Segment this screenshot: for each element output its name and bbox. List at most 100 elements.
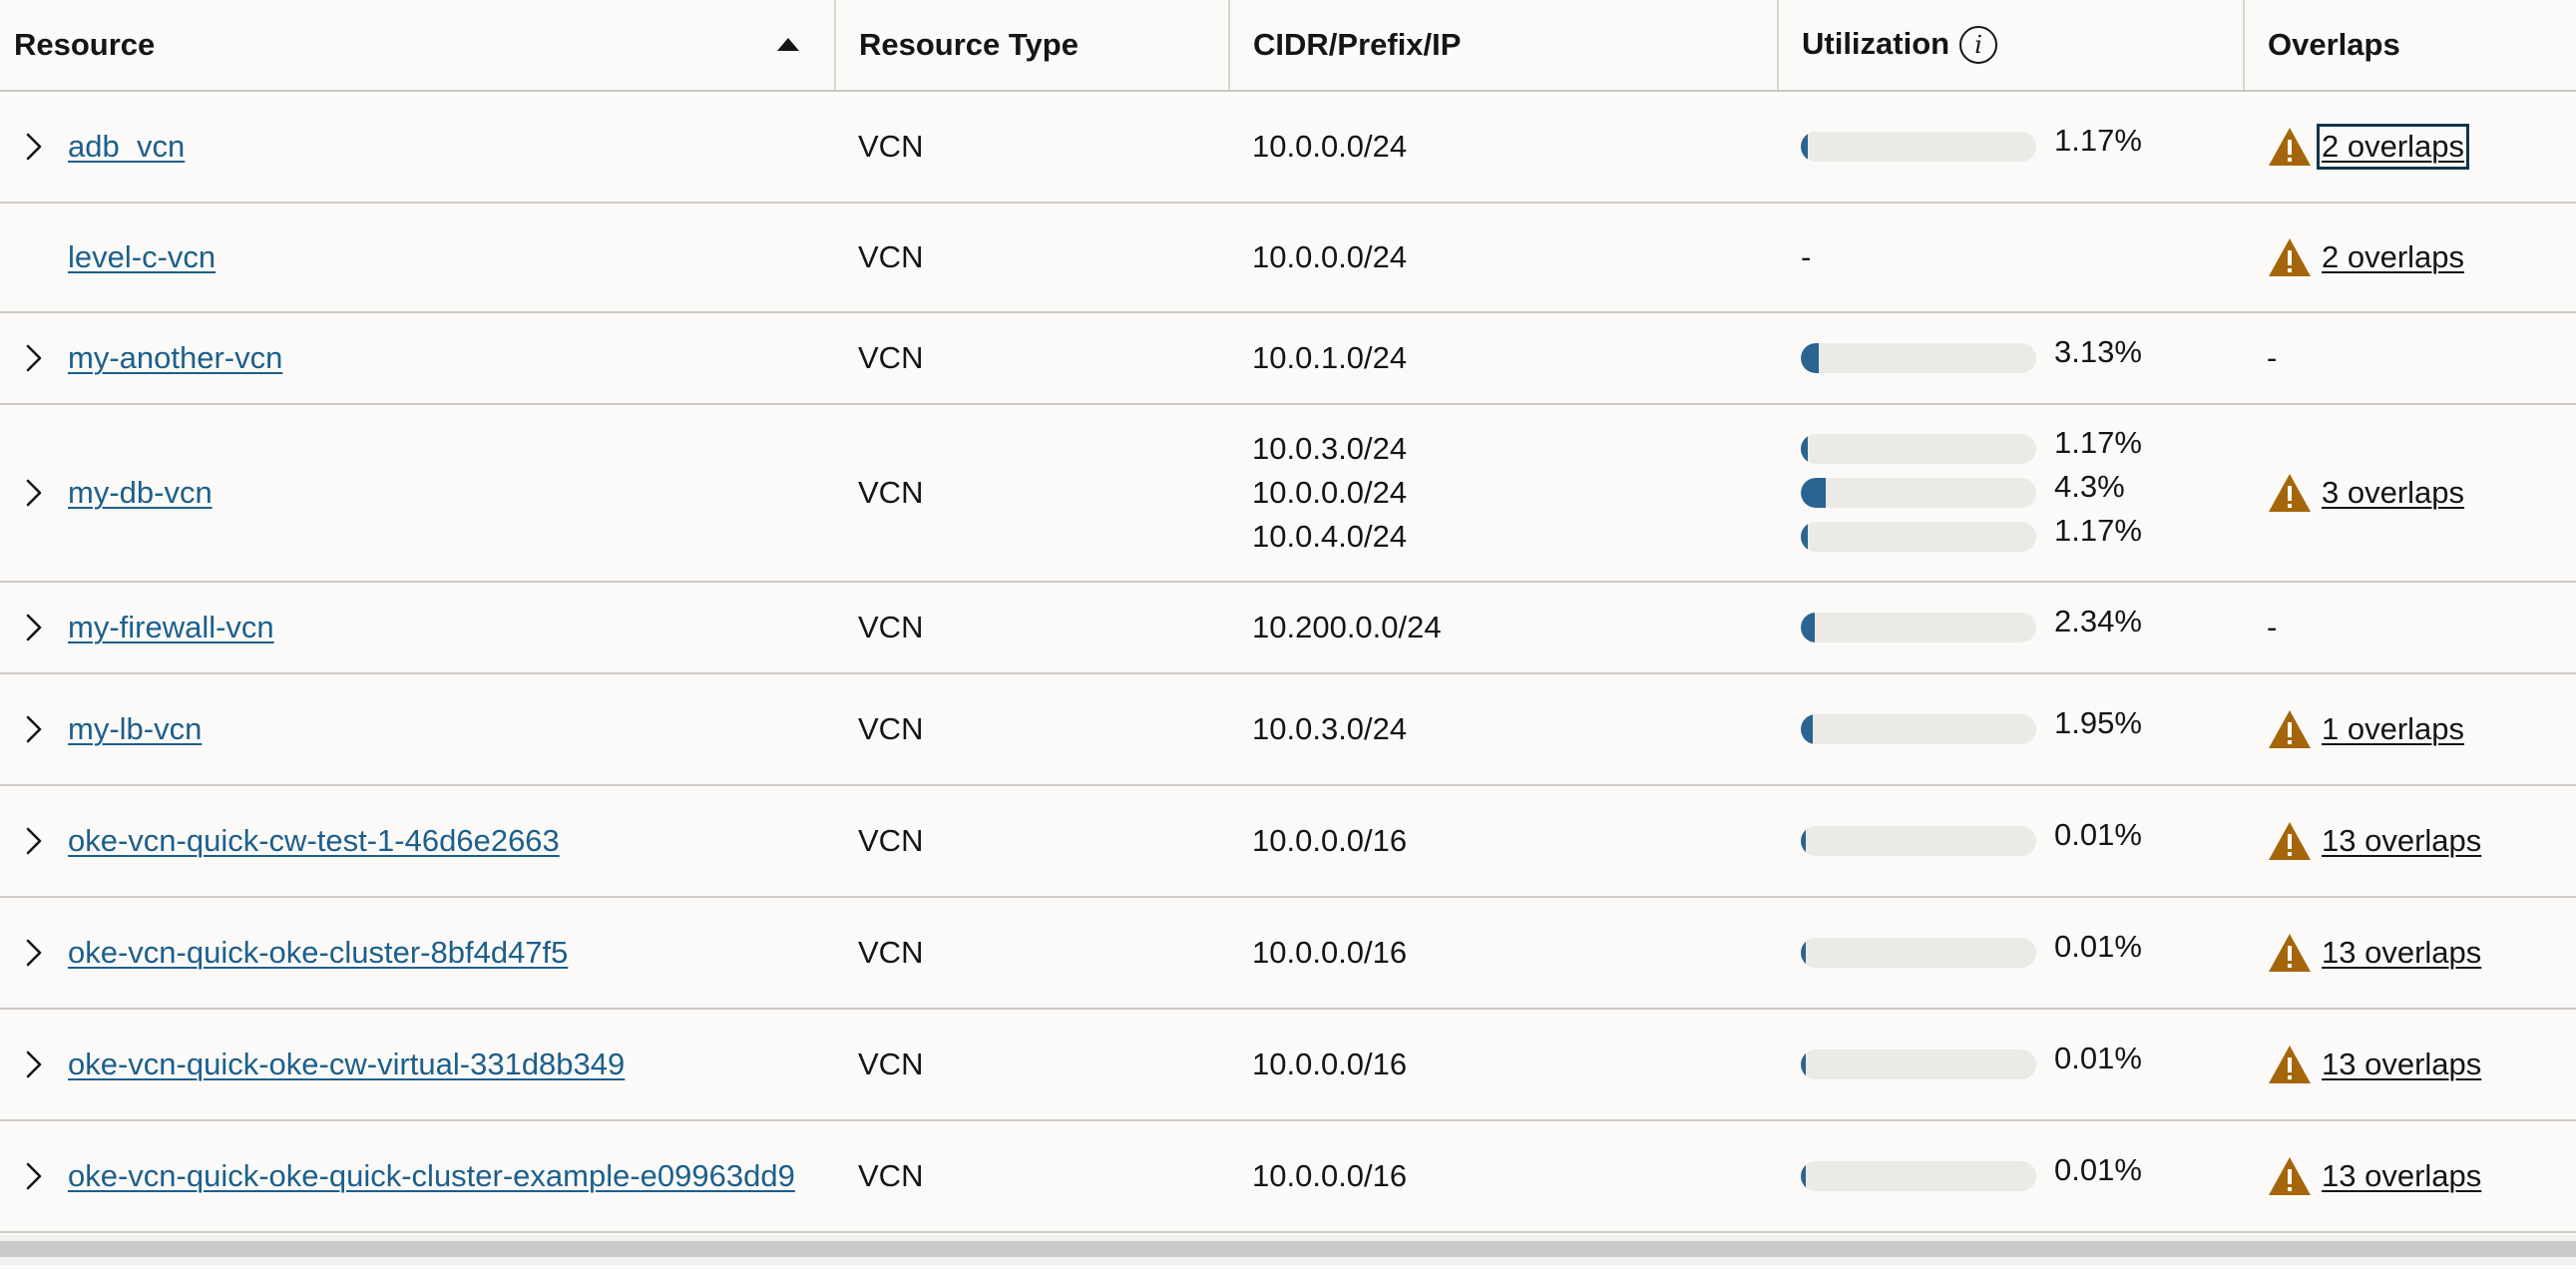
cell-resource-type: VCN bbox=[835, 91, 1229, 204]
resource-link[interactable]: my-lb-vcn bbox=[68, 711, 202, 747]
resource-type-text: VCN bbox=[858, 239, 924, 274]
cell-utilization: 2.34% bbox=[1778, 582, 2244, 674]
cell-utilization: 1.17% bbox=[1778, 91, 2244, 204]
utilization-percent: 1.17% bbox=[2054, 123, 2142, 158]
utilization-bar bbox=[1801, 714, 2036, 744]
cell-utilization: 0.01% bbox=[1778, 785, 2244, 898]
overlaps-link[interactable]: 13 overlaps bbox=[2322, 1047, 2481, 1082]
cell-cidr: 10.0.0.0/24 bbox=[1229, 91, 1778, 204]
column-header-resource-type[interactable]: Resource Type bbox=[835, 0, 1230, 92]
resource-type-text: VCN bbox=[858, 610, 924, 644]
column-header-cidr[interactable]: CIDR/Prefix/IP bbox=[1229, 0, 1779, 92]
table-row: oke-vcn-quick-oke-quick-cluster-example-… bbox=[0, 1120, 2576, 1233]
warning-icon bbox=[2267, 236, 2322, 278]
cidr-value: 10.0.0.0/24 bbox=[1252, 475, 1408, 510]
cell-cidr: 10.0.3.0/24 bbox=[1229, 673, 1778, 786]
resource-type-text: VCN bbox=[858, 935, 924, 970]
cell-overlaps: - bbox=[2244, 312, 2576, 405]
overlaps-empty: - bbox=[2267, 610, 2278, 644]
cell-overlaps: 13 overlaps bbox=[2244, 785, 2576, 898]
table-row: oke-vcn-quick-oke-cw-virtual-331d8b349 VC… bbox=[0, 1009, 2576, 1121]
sort-ascending-icon[interactable] bbox=[777, 38, 799, 51]
cell-resource-type: VCN bbox=[835, 203, 1229, 313]
resource-type-text: VCN bbox=[858, 129, 924, 164]
cell-overlaps: 13 overlaps bbox=[2244, 1009, 2576, 1121]
column-header-label: Overlaps bbox=[2268, 27, 2400, 62]
cell-overlaps: 2 overlaps bbox=[2244, 91, 2576, 204]
overlaps-link[interactable]: 1 overlaps bbox=[2322, 711, 2464, 747]
resource-link[interactable]: oke-vcn-quick-oke-quick-cluster-example-… bbox=[68, 1158, 795, 1194]
table-row: my-db-vcn VCN 10.0.3.0/24 10.0.0.0/24 10.0.4… bbox=[0, 404, 2576, 583]
resource-link[interactable]: oke-vcn-quick-oke-cluster-8bf4d47f5 bbox=[68, 935, 568, 971]
overlaps-link[interactable]: 13 overlaps bbox=[2322, 935, 2481, 971]
chevron-right-icon[interactable] bbox=[14, 1156, 54, 1196]
cell-resource: my-another-vcn bbox=[0, 312, 835, 405]
cell-utilization: 3.13% bbox=[1778, 312, 2244, 405]
horizontal-scrollbar[interactable] bbox=[0, 1241, 2576, 1257]
overlaps-link[interactable]: 13 overlaps bbox=[2322, 823, 2481, 859]
overlaps-link[interactable]: 13 overlaps bbox=[2322, 1158, 2481, 1194]
chevron-right-icon[interactable] bbox=[14, 608, 54, 647]
cell-cidr: 10.0.0.0/16 bbox=[1229, 1120, 1778, 1233]
chevron-right-icon[interactable] bbox=[14, 473, 54, 513]
cell-overlaps: 1 overlaps bbox=[2244, 673, 2576, 786]
cell-overlaps: - bbox=[2244, 582, 2576, 674]
cell-utilization: 1.95% bbox=[1778, 673, 2244, 786]
warning-icon bbox=[2267, 1044, 2322, 1085]
resource-link[interactable]: my-another-vcn bbox=[68, 340, 282, 376]
utilization-bar-fill bbox=[1801, 826, 1806, 856]
cell-overlaps: 13 overlaps bbox=[2244, 897, 2576, 1010]
chevron-right-icon[interactable] bbox=[14, 127, 54, 167]
table-header-row: Resource Resource Type CIDR/Prefix/IP Ut… bbox=[0, 0, 2576, 92]
cell-resource-type: VCN bbox=[835, 1009, 1229, 1121]
utilization-percent: 1.17% bbox=[2054, 513, 2142, 548]
utilization-bar bbox=[1801, 132, 2036, 162]
utilization-percent: 0.01% bbox=[2054, 817, 2142, 852]
table-row: adb_vcn VCN 10.0.0.0/24 1.17% 2 overlaps bbox=[0, 91, 2576, 204]
info-icon[interactable]: i bbox=[1959, 26, 1998, 65]
utilization-bar bbox=[1801, 343, 2036, 373]
cell-cidr: 10.0.0.0/16 bbox=[1229, 785, 1778, 898]
cell-resource: my-firewall-vcn bbox=[0, 582, 835, 674]
chevron-right-icon[interactable] bbox=[14, 338, 54, 378]
resource-type-text: VCN bbox=[858, 711, 924, 746]
chevron-right-icon[interactable] bbox=[14, 933, 54, 973]
column-header-resource[interactable]: Resource bbox=[0, 0, 836, 92]
utilization-bar-fill bbox=[1801, 478, 1827, 508]
column-header-overlaps[interactable]: Overlaps bbox=[2244, 0, 2576, 92]
cell-utilization: - bbox=[1778, 203, 2244, 313]
resource-link[interactable]: my-firewall-vcn bbox=[68, 610, 274, 645]
utilization-percent: 0.01% bbox=[2054, 1152, 2142, 1187]
resource-type-text: VCN bbox=[858, 1047, 924, 1081]
overlaps-link[interactable]: 2 overlaps bbox=[2322, 239, 2464, 275]
overlaps-link[interactable]: 3 overlaps bbox=[2322, 475, 2464, 511]
utilization-bar-fill bbox=[1801, 522, 1808, 552]
cell-resource-type: VCN bbox=[835, 673, 1229, 786]
column-header-utilization[interactable]: Utilization i bbox=[1778, 0, 2245, 92]
chevron-right-icon[interactable] bbox=[14, 709, 54, 749]
utilization-bar-fill bbox=[1801, 613, 1815, 642]
cell-resource-type: VCN bbox=[835, 404, 1229, 583]
chevron-right-icon[interactable] bbox=[14, 1045, 54, 1084]
cell-cidr: 10.200.0.0/24 bbox=[1229, 582, 1778, 674]
resource-link[interactable]: oke-vcn-quick-cw-test-1-46d6e2663 bbox=[68, 823, 560, 859]
utilization-percent: 3.13% bbox=[2054, 334, 2142, 369]
cell-resource: my-db-vcn bbox=[0, 404, 835, 583]
cell-overlaps: 2 overlaps bbox=[2244, 203, 2576, 313]
chevron-right-icon[interactable] bbox=[14, 821, 54, 861]
resource-link[interactable]: adb_vcn bbox=[68, 129, 185, 165]
overlaps-link[interactable]: 2 overlaps bbox=[2316, 124, 2470, 170]
cidr-value: 10.0.3.0/24 bbox=[1252, 711, 1408, 746]
table-row: my-firewall-vcn VCN 10.200.0.0/24 2.34% - bbox=[0, 582, 2576, 674]
resource-link[interactable]: my-db-vcn bbox=[68, 475, 213, 511]
resource-link[interactable]: level-c-vcn bbox=[68, 239, 215, 275]
utilization-percent: 4.3% bbox=[2054, 469, 2125, 504]
cidr-value: 10.200.0.0/24 bbox=[1252, 610, 1442, 644]
cidr-value: 10.0.0.0/16 bbox=[1252, 823, 1408, 858]
utilization-empty: - bbox=[1801, 239, 1812, 274]
cell-resource: adb_vcn bbox=[0, 91, 835, 204]
cell-resource: oke-vcn-quick-oke-cw-virtual-331d8b349 bbox=[0, 1009, 835, 1121]
cidr-value: 10.0.0.0/16 bbox=[1252, 935, 1408, 970]
utilization-bar-fill bbox=[1801, 714, 1813, 744]
resource-link[interactable]: oke-vcn-quick-oke-cw-virtual-331d8b349 bbox=[68, 1047, 625, 1082]
